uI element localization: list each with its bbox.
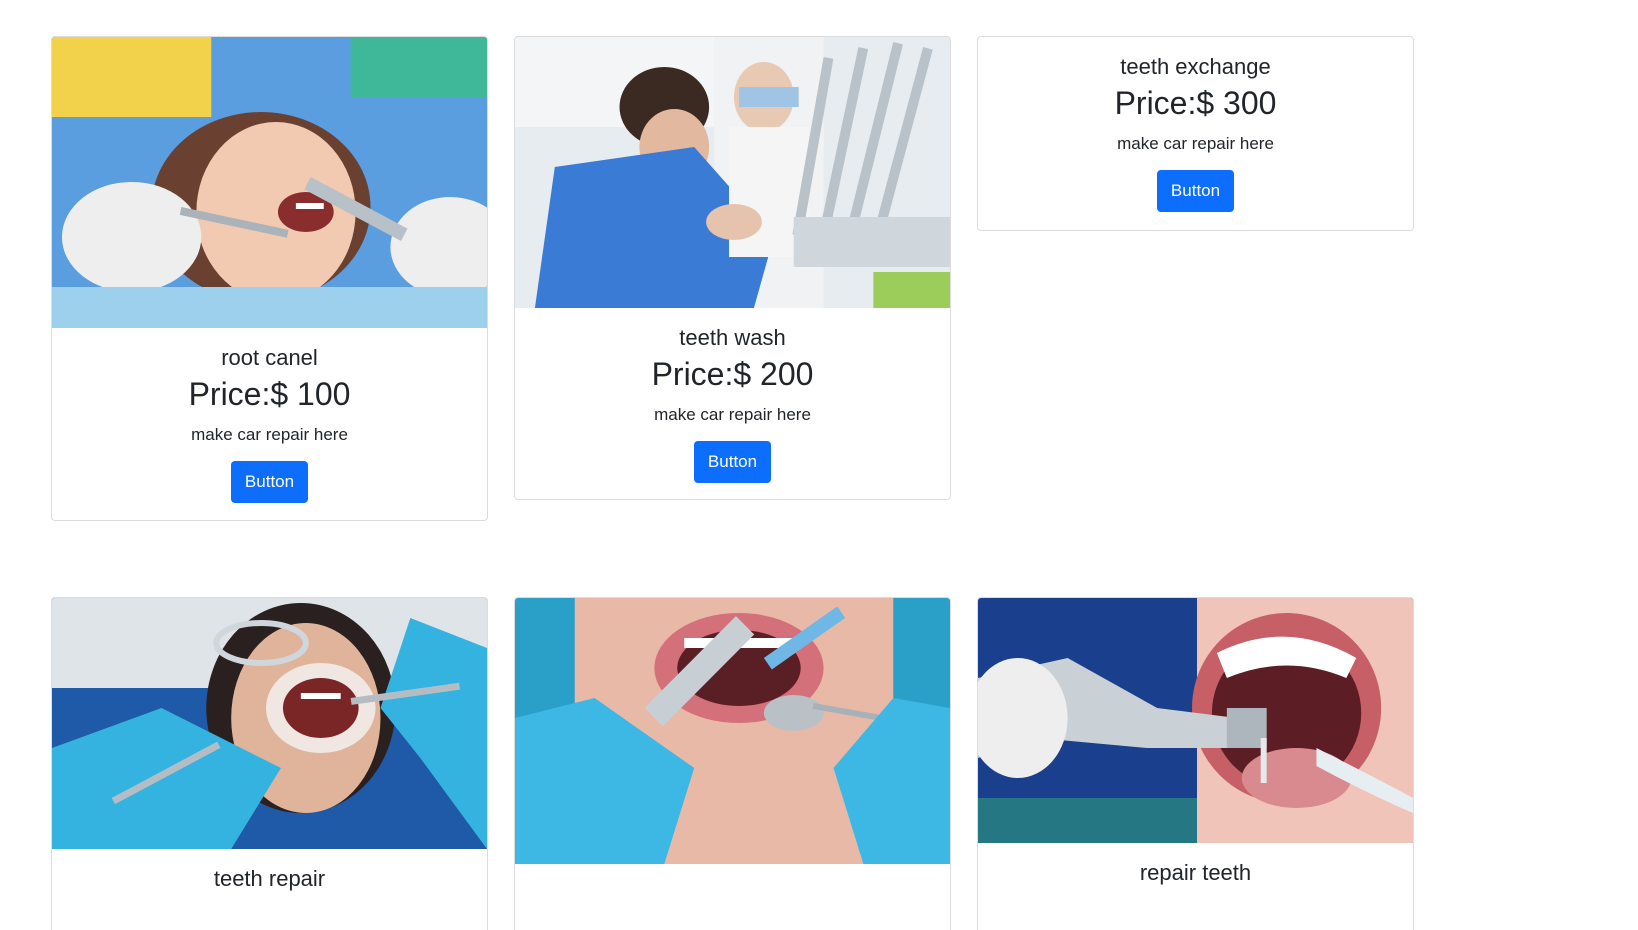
card-image-dentist-clinic (515, 37, 950, 308)
card-button[interactable]: Button (230, 461, 309, 504)
card-price: Price:$ 200 (651, 356, 814, 393)
card-body: teeth wash Price:$ 200 make car repair h… (515, 308, 950, 484)
card-description: make car repair here (191, 424, 348, 444)
card-title: teeth wash (679, 325, 786, 350)
page: root canel Price:$ 100 make car repair h… (0, 0, 1638, 930)
card-body: repair teeth (978, 843, 1413, 886)
card-title: repair teeth (1139, 860, 1252, 885)
service-card-5 (514, 597, 951, 930)
card-body: teeth exchange Price:$ 300 make car repa… (978, 37, 1413, 213)
service-card-root-canel: root canel Price:$ 100 make car repair h… (51, 36, 488, 521)
card-description: make car repair here (1117, 133, 1274, 153)
card-button[interactable]: Button (1156, 170, 1235, 213)
card-description: make car repair here (654, 404, 811, 424)
card-button[interactable]: Button (693, 441, 772, 484)
card-body: root canel Price:$ 100 make car repair h… (52, 328, 487, 504)
card-image-dentist-patient (52, 37, 487, 328)
card-title: teeth repair (213, 866, 326, 891)
card-price: Price:$ 100 (188, 376, 351, 413)
card-price: Price:$ 300 (1114, 85, 1277, 122)
service-card-teeth-exchange: teeth exchange Price:$ 300 make car repa… (977, 36, 1414, 231)
card-image-dental-exam (52, 598, 487, 849)
card-image-dental-tools-mouth (515, 598, 950, 864)
card-body: teeth repair (52, 849, 487, 892)
service-card-teeth-repair: teeth repair (51, 597, 488, 930)
card-title: root canel (221, 345, 318, 370)
card-title: teeth exchange (1120, 54, 1271, 79)
service-card-repair-teeth: repair teeth (977, 597, 1414, 930)
service-card-teeth-wash: teeth wash Price:$ 200 make car repair h… (514, 36, 951, 500)
card-image-dental-drill (978, 598, 1413, 843)
